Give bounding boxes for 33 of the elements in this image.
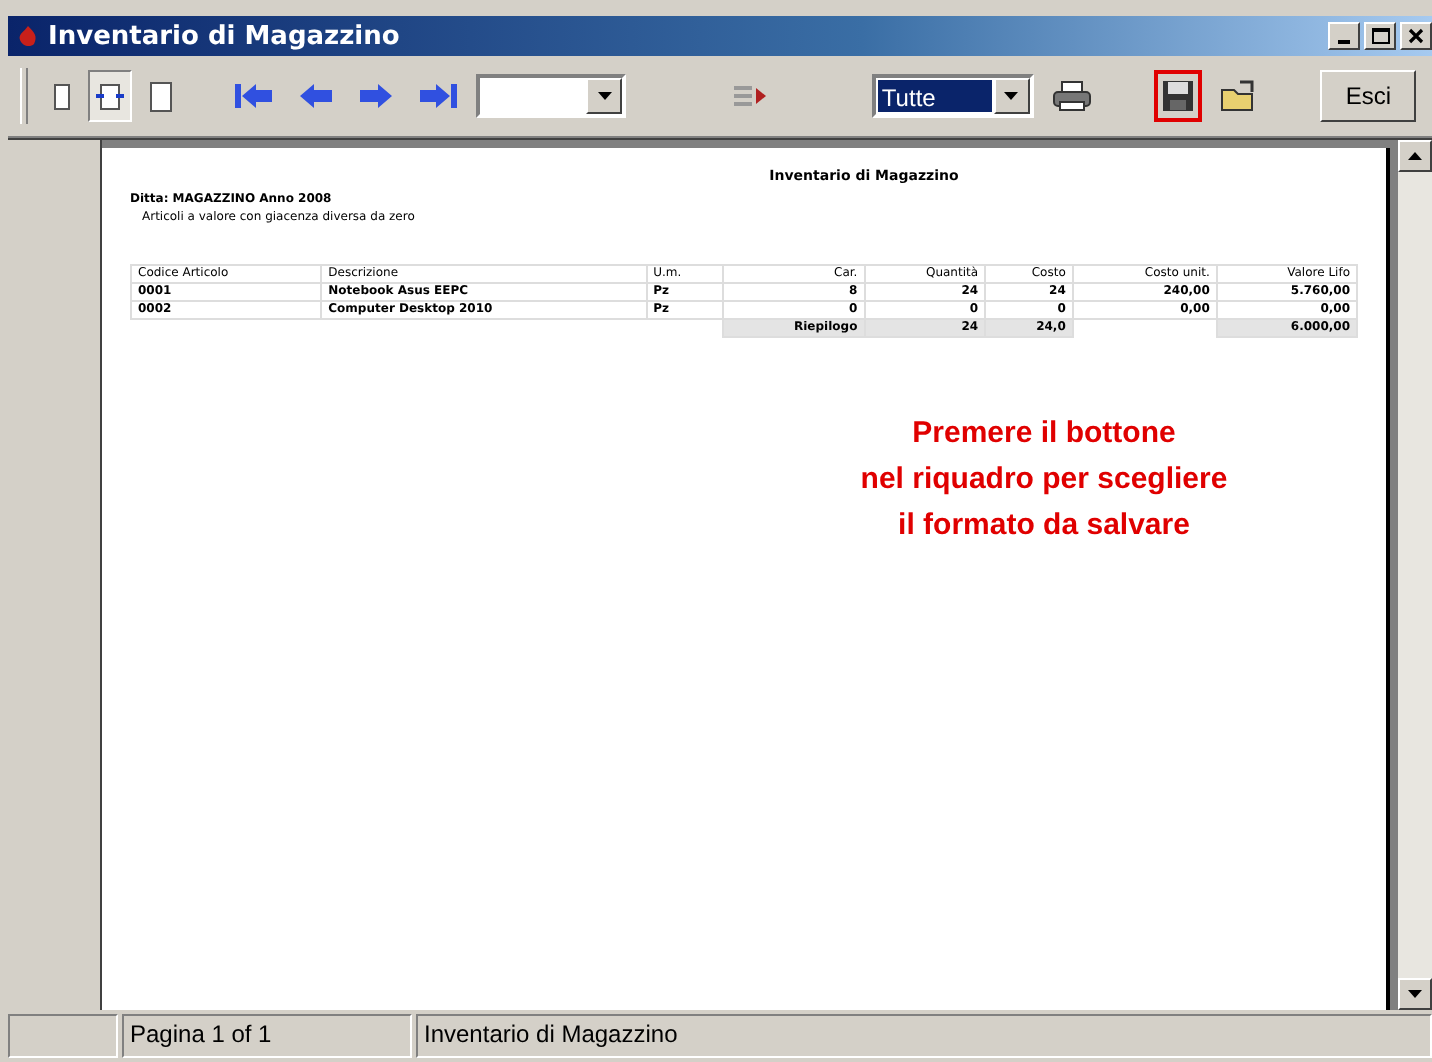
folder-icon <box>1220 80 1257 112</box>
page-icon <box>53 83 70 109</box>
first-arrow-icon <box>233 82 274 110</box>
maximize-icon <box>1371 28 1389 44</box>
printer-icon <box>1051 80 1092 112</box>
page-indicator: Pagina 1 of 1 <box>122 1014 412 1058</box>
page-width-button[interactable] <box>87 70 132 122</box>
filter-dropdown[interactable]: Tutte <box>871 74 1034 118</box>
close-icon <box>1408 28 1424 44</box>
app-icon <box>16 24 40 48</box>
save-button[interactable] <box>1154 70 1203 122</box>
up-arrow-icon <box>1408 152 1422 160</box>
scroll-down-button[interactable] <box>1398 978 1432 1010</box>
status-pane <box>8 1014 118 1058</box>
window-title: Inventario di Magazzino <box>48 21 402 51</box>
right-arrow-icon <box>357 82 394 110</box>
close-button[interactable] <box>1400 22 1432 50</box>
left-arrow-icon <box>297 82 334 110</box>
caret-icon <box>597 92 612 100</box>
exit-button[interactable]: Esci <box>1320 70 1417 122</box>
caret-icon <box>1004 92 1019 100</box>
maximize-button[interactable] <box>1364 22 1396 50</box>
down-arrow-icon <box>1408 990 1422 998</box>
page-width-icon <box>93 83 126 109</box>
minimize-button[interactable] <box>1328 22 1360 50</box>
page-icon <box>149 81 172 111</box>
zoom-dropdown[interactable] <box>475 74 627 118</box>
lines-arrow-icon <box>731 84 767 108</box>
vertical-scrollbar[interactable] <box>1398 140 1432 1010</box>
instruction-text: Premere il bottone nel riquadro per scegliere il formato da salvare <box>858 414 1230 546</box>
scroll-up-button[interactable] <box>1398 140 1432 172</box>
status-report-name: Inventario di Magazzino <box>416 1014 1432 1058</box>
last-arrow-icon <box>417 82 458 110</box>
